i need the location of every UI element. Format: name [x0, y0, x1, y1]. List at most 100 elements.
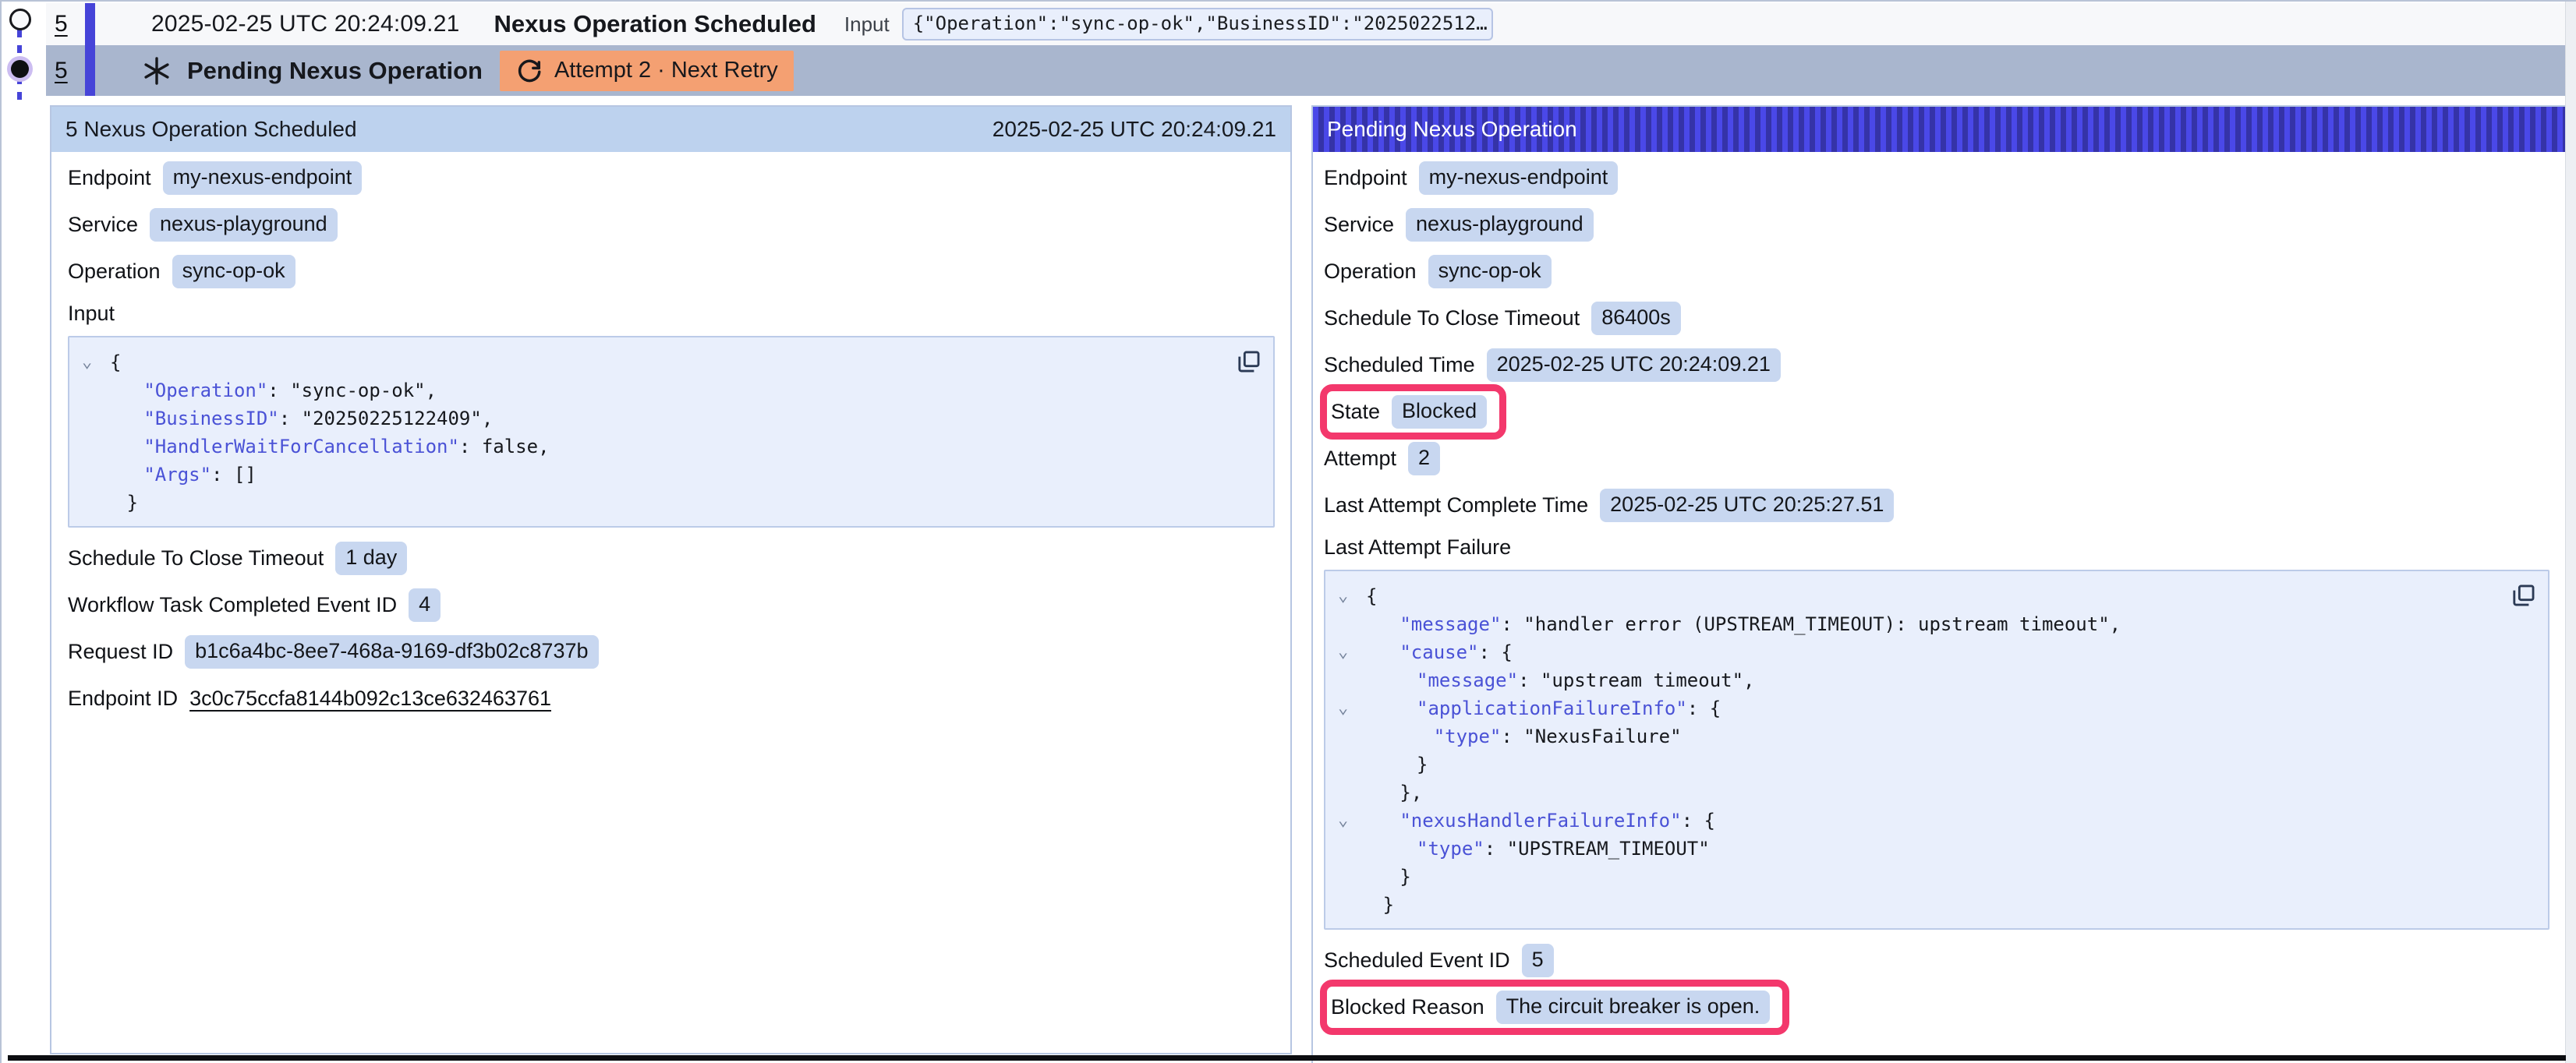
- json-value: : "handler error (UPSTREAM_TIMEOUT): ups…: [1501, 613, 2121, 635]
- collapse-chevron-icon[interactable]: [1335, 666, 1366, 694]
- code-line: ⌄ "cause": {: [1335, 638, 2501, 666]
- detail-field: Scheduled Time 2025-02-25 UTC 20:24:09.2…: [1324, 348, 2549, 381]
- code-line: },: [1335, 779, 2501, 807]
- code-line: "HandlerWaitForCancellation": false,: [79, 433, 1226, 461]
- field-value-link[interactable]: 3c0c75ccfa8144b092c13ce632463761: [189, 687, 551, 711]
- pending-operation-detail-panel: Pending Nexus Operation Endpoint my-nexu…: [1311, 105, 2567, 1063]
- detail-field: Last Attempt Complete Time 2025-02-25 UT…: [1324, 489, 2549, 521]
- code-line: "Args": []: [79, 461, 1226, 489]
- field-value-chip: nexus-playground: [1406, 208, 1594, 242]
- panel-title: Pending Nexus Operation: [1327, 117, 1577, 142]
- detail-field: Endpoint my-nexus-endpoint: [68, 161, 1275, 194]
- detail-field: Blocked Reason The circuit breaker is op…: [1324, 991, 2549, 1023]
- field-label: Operation: [68, 260, 161, 284]
- collapse-chevron-icon[interactable]: ⌄: [1335, 807, 1366, 835]
- field-label: Schedule To Close Timeout: [68, 546, 324, 570]
- event-row-nexus-operation-scheduled[interactable]: 5 2025-02-25 UTC 20:24:09.21 Nexus Opera…: [46, 3, 2566, 45]
- event-timestamp: 2025-02-25 UTC 20:24:09.21: [151, 11, 459, 37]
- pink-annotation-box: Blocked Reason The circuit breaker is op…: [1320, 980, 1789, 1035]
- json-value: }: [127, 492, 138, 514]
- json-value: : "upstream timeout",: [1518, 669, 1754, 691]
- json-key: "BusinessID": [143, 408, 278, 429]
- field-value-chip: The circuit breaker is open.: [1496, 991, 1771, 1024]
- detail-field-code: Input ⌄ { "Operation": "sync-op-ok", "Bu…: [68, 302, 1275, 528]
- event-row-pending-nexus-operation[interactable]: 5 Pending Nexus Operation Attempt 2 · Ne…: [46, 45, 2566, 96]
- collapse-chevron-icon[interactable]: [79, 461, 110, 489]
- collapse-chevron-icon[interactable]: [1335, 750, 1366, 779]
- field-label: Last Attempt Failure: [1324, 535, 2538, 560]
- detail-field: Schedule To Close Timeout 1 day: [68, 542, 1275, 574]
- field-label: Scheduled Event ID: [1324, 948, 1510, 973]
- field-label: Last Attempt Complete Time: [1324, 493, 1588, 517]
- collapse-chevron-icon[interactable]: ⌄: [1335, 694, 1366, 722]
- collapse-chevron-icon[interactable]: ⌄: [79, 348, 110, 376]
- panel-header-scheduled: 5 Nexus Operation Scheduled 2025-02-25 U…: [51, 107, 1290, 152]
- field-label: Endpoint ID: [68, 687, 178, 711]
- field-value-chip: nexus-playground: [150, 208, 338, 242]
- field-value-chip: b1c6a4bc-8ee7-468a-9169-df3b02c8737b: [185, 635, 598, 669]
- field-label: Request ID: [68, 640, 173, 664]
- vertical-scrollbar[interactable]: [2565, 2, 2576, 1063]
- field-value-chip: sync-op-ok: [172, 255, 295, 288]
- detail-field: Service nexus-playground: [68, 208, 1275, 241]
- detail-field: Operation sync-op-ok: [1324, 255, 2549, 288]
- collapse-chevron-icon[interactable]: [1335, 863, 1366, 891]
- json-value: }: [1383, 894, 1394, 916]
- collapse-chevron-icon[interactable]: [1335, 610, 1366, 638]
- event-detail-panel-scheduled: 5 Nexus Operation Scheduled 2025-02-25 U…: [50, 105, 1292, 1054]
- json-key: "message": [1399, 613, 1501, 635]
- input-label: Input: [844, 12, 890, 37]
- json-value: : "UPSTREAM_TIMEOUT": [1484, 838, 1710, 860]
- collapse-chevron-icon[interactable]: [1335, 835, 1366, 863]
- field-label: Schedule To Close Timeout: [1324, 306, 1580, 330]
- detail-field: Service nexus-playground: [1324, 208, 2549, 241]
- field-label: Workflow Task Completed Event ID: [68, 593, 397, 617]
- copy-icon[interactable]: [1236, 348, 1262, 377]
- detail-field: Attempt 2: [1324, 442, 2549, 475]
- detail-field-code: Last Attempt Failure ⌄ { "message": "han…: [1324, 535, 2549, 930]
- collapse-chevron-icon[interactable]: ⌄: [1335, 638, 1366, 666]
- collapse-chevron-icon[interactable]: [1335, 779, 1366, 807]
- input-preview-chip: {"Operation":"sync-op-ok","BusinessID":"…: [902, 8, 1493, 41]
- pending-asterisk-icon: [142, 56, 172, 86]
- json-value: }: [1417, 754, 1428, 775]
- field-label: Endpoint: [68, 166, 151, 190]
- json-value: {: [110, 351, 121, 373]
- pink-annotation-box: State Blocked: [1320, 384, 1506, 440]
- json-code-viewer: ⌄ { "message": "handler error (UPSTREAM_…: [1324, 570, 2549, 930]
- json-value: : "sync-op-ok",: [267, 380, 437, 401]
- json-key: "type": [1417, 838, 1484, 860]
- code-line: ⌄ "applicationFailureInfo": {: [1335, 694, 2501, 722]
- field-label: Attempt: [1324, 447, 1396, 471]
- field-value-chip: 2: [1408, 442, 1440, 475]
- code-line: "type": "UPSTREAM_TIMEOUT": [1335, 835, 2501, 863]
- collapse-chevron-icon[interactable]: [79, 489, 110, 517]
- field-label: Service: [68, 213, 138, 237]
- detail-field: Schedule To Close Timeout 86400s: [1324, 302, 2549, 334]
- collapse-chevron-icon[interactable]: [79, 404, 110, 433]
- code-line: }: [79, 489, 1226, 517]
- copy-icon[interactable]: [2511, 582, 2537, 611]
- field-value-chip: sync-op-ok: [1428, 255, 1552, 288]
- field-value-chip: 86400s: [1591, 302, 1681, 335]
- json-value: : "20250225122409",: [279, 408, 494, 429]
- field-label: Operation: [1324, 260, 1417, 284]
- json-key: "applicationFailureInfo": [1417, 697, 1687, 719]
- collapse-chevron-icon[interactable]: [79, 376, 110, 404]
- collapse-chevron-icon[interactable]: [1335, 722, 1366, 750]
- detail-field: Operation sync-op-ok: [68, 255, 1275, 288]
- detail-field: Scheduled Event ID 5: [1324, 944, 2549, 976]
- field-value-chip: my-nexus-endpoint: [1419, 161, 1619, 195]
- collapse-chevron-icon[interactable]: ⌄: [1335, 582, 1366, 610]
- collapse-chevron-icon[interactable]: [79, 433, 110, 461]
- timeline-current-node-icon: [11, 60, 29, 78]
- field-value-chip: my-nexus-endpoint: [163, 161, 363, 195]
- code-line: "Operation": "sync-op-ok",: [79, 376, 1226, 404]
- panel-header-pending: Pending Nexus Operation: [1313, 107, 2565, 152]
- json-key: "nexusHandlerFailureInfo": [1399, 810, 1681, 832]
- collapse-chevron-icon[interactable]: [1335, 891, 1366, 919]
- code-line: }: [1335, 750, 2501, 779]
- code-line: "message": "upstream timeout",: [1335, 666, 2501, 694]
- json-key: "HandlerWaitForCancellation": [143, 436, 459, 457]
- detail-field: State Blocked: [1324, 395, 2549, 428]
